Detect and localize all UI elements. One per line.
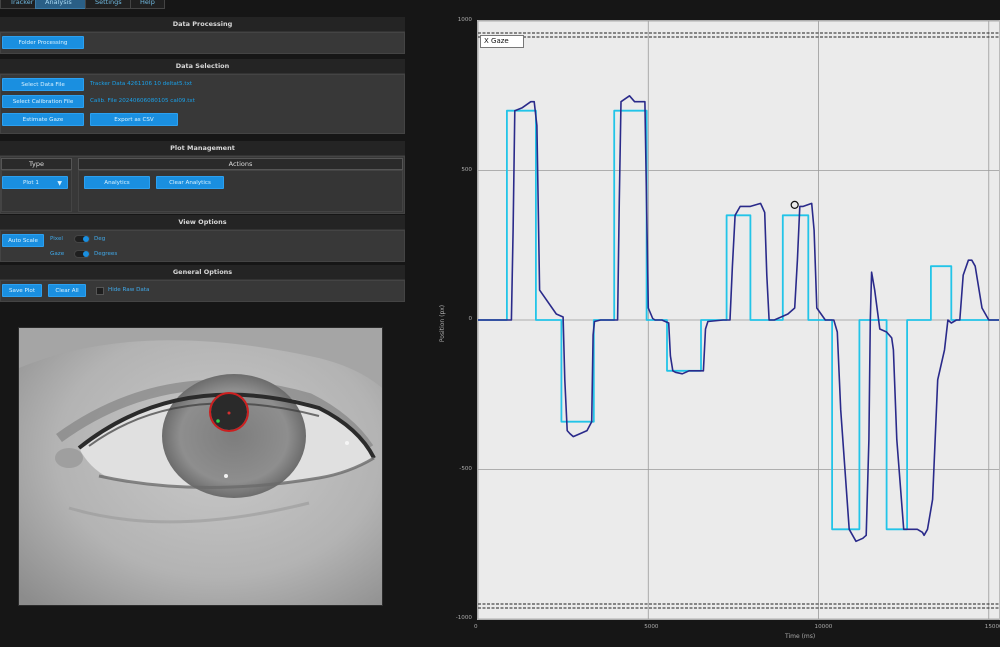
legend-entry: X Gaze: [484, 37, 509, 45]
toggle1-right-label: Deg: [94, 236, 106, 242]
y-tick-label: -1000: [455, 615, 472, 621]
toggle2-left-label: Gaze: [50, 251, 65, 257]
glint-marker: [216, 419, 220, 423]
select-data-file-button[interactable]: Select Data File: [2, 78, 84, 91]
plot-type-value: Plot 1: [23, 180, 39, 186]
x-axis-label: Time (ms): [785, 633, 816, 640]
tab-settings[interactable]: Settings: [85, 0, 132, 9]
analytics-button[interactable]: Analytics: [84, 176, 150, 189]
calibration-file-path: Calib. File 20240606080105 cal09.txt: [90, 98, 195, 104]
gaze-degrees-toggle[interactable]: [74, 250, 90, 258]
export-csv-button[interactable]: Export as CSV: [90, 113, 178, 126]
data-file-path: Tracker Data 4261106 10 deltat5.txt: [90, 81, 193, 87]
chevron-down-icon: ▼: [57, 180, 62, 187]
y-tick-label: 0: [468, 316, 472, 322]
view-options-panel: [0, 230, 405, 262]
save-plot-button[interactable]: Save Plot: [2, 284, 42, 297]
data-processing-title: Data Processing: [0, 17, 405, 32]
x-tick-label: 15000: [984, 624, 1000, 630]
x-tick-label: 0: [474, 624, 478, 630]
eye-camera-view: [18, 327, 383, 606]
toggle-knob: [83, 251, 89, 257]
eye-image: [19, 328, 382, 605]
pupil-center-marker: [227, 411, 231, 415]
auto-scale-button[interactable]: Auto Scale: [2, 234, 44, 247]
clear-analytics-button[interactable]: Clear Analytics: [156, 176, 224, 189]
hide-raw-data-checkbox[interactable]: [96, 287, 104, 295]
folder-processing-button[interactable]: Folder Processing: [2, 36, 84, 49]
x-tick-label: 5000: [644, 624, 659, 630]
clear-all-button[interactable]: Clear All: [48, 284, 86, 297]
y-axis-label: Position (px): [439, 304, 447, 343]
general-options-title: General Options: [0, 265, 405, 280]
y-tick-label: -500: [459, 465, 472, 472]
select-calibration-file-button[interactable]: Select Calibration File: [2, 95, 84, 108]
y-tick-label: 1000: [457, 17, 472, 23]
x-tick-label: 10000: [814, 624, 833, 630]
view-options-title: View Options: [0, 215, 405, 230]
actions-header: Actions: [78, 158, 403, 170]
toggle2-right-label: Degrees: [94, 251, 118, 257]
toggle1-left-label: Pixel: [50, 236, 63, 242]
hide-raw-data-label: Hide Raw Data: [108, 287, 150, 293]
type-header: Type: [1, 158, 72, 170]
estimate-gaze-button[interactable]: Estimate Gaze: [2, 113, 84, 126]
tab-help[interactable]: Help: [130, 0, 165, 9]
plot-management-title: Plot Management: [0, 141, 405, 156]
gaze-plot-area[interactable]: [477, 20, 1000, 620]
chart-legend: X Gaze: [480, 35, 524, 48]
y-tick-label: 500: [461, 166, 472, 173]
plot-type-select[interactable]: Plot 1 ▼: [2, 176, 68, 189]
data-selection-title: Data Selection: [0, 59, 405, 74]
pixel-deg-toggle[interactable]: [74, 235, 90, 243]
toggle-knob: [83, 236, 89, 242]
